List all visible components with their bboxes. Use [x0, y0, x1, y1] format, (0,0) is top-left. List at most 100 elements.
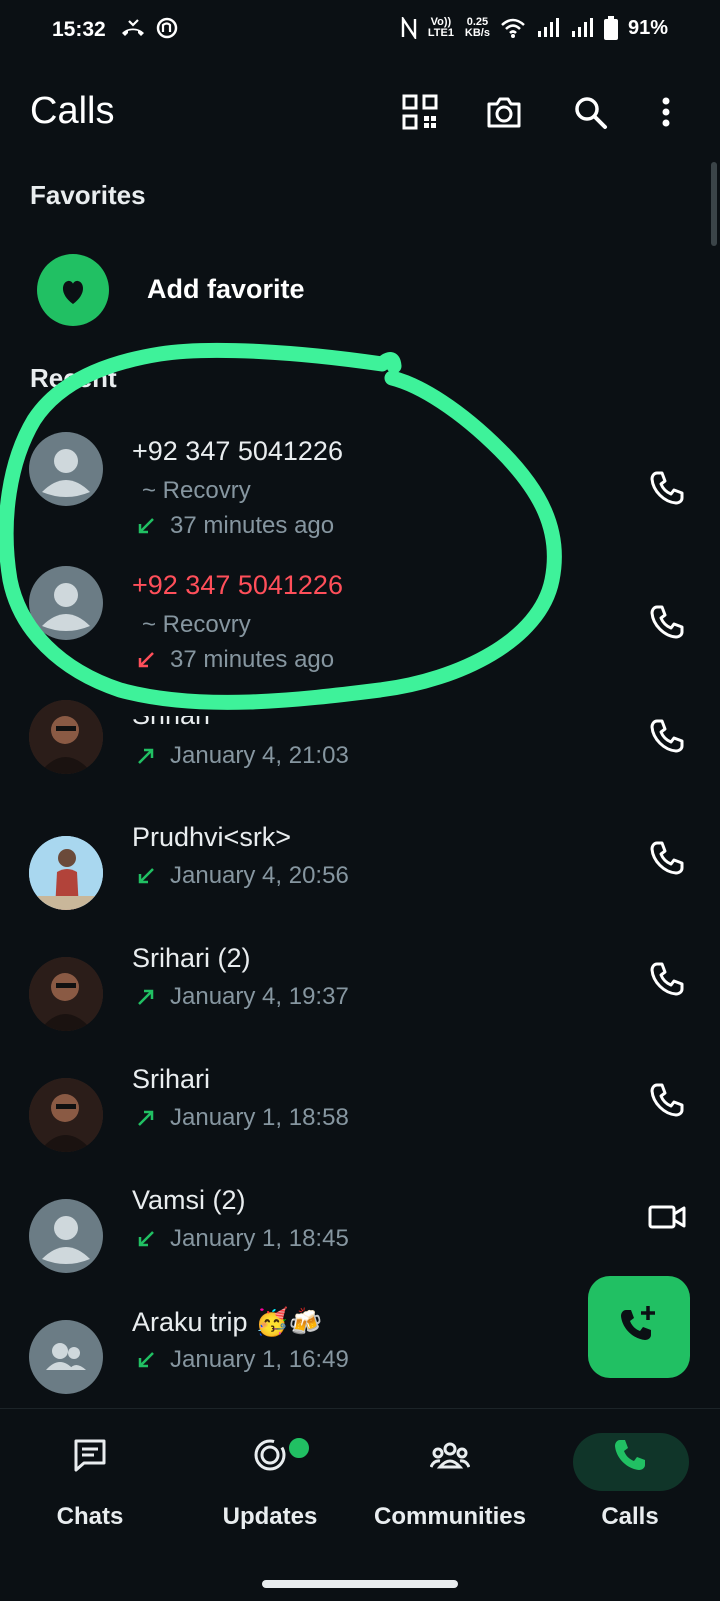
group-avatar: [29, 1320, 103, 1394]
call-meta: 37 minutes ago: [136, 646, 334, 674]
incoming-call-arrow-icon: [138, 1352, 154, 1368]
more-options-icon[interactable]: [646, 92, 686, 132]
phone-icon: [615, 1440, 645, 1470]
status-system-icons: Vo)) LTE1 0.25 KB/s 91%: [401, 16, 668, 40]
call-meta: January 4, 19:37: [136, 983, 349, 1011]
camera-icon[interactable]: [484, 92, 524, 132]
person-icon: [42, 449, 90, 497]
call-meta: January 4, 20:56: [136, 862, 349, 890]
voice-call-icon[interactable]: [647, 602, 687, 642]
video-call-icon[interactable]: [647, 1197, 687, 1237]
contact-photo-image: [29, 836, 103, 910]
battery-icon: [603, 16, 618, 40]
volte-indicator: Vo)) LTE1: [427, 16, 454, 39]
add-favorite-avatar: [37, 254, 109, 326]
voice-call-icon[interactable]: [647, 959, 687, 999]
contact-name: Srihari: [132, 700, 211, 730]
call-time: 37 minutes ago: [170, 512, 335, 539]
status-bar: 15:32 Vo)) LTE1 0.25 KB/s 91%: [0, 0, 720, 62]
nav-label: Chats: [56, 1503, 124, 1530]
voice-call-icon[interactable]: [647, 716, 687, 756]
search-icon[interactable]: [570, 92, 610, 132]
voice-call-icon[interactable]: [647, 468, 687, 508]
call-list-item[interactable]: Prudhvi<srk> January 4, 20:56: [0, 822, 720, 956]
home-indicator[interactable]: [262, 1580, 458, 1588]
voice-call-icon[interactable]: [647, 1080, 687, 1120]
communities-icon: [430, 1442, 470, 1469]
heart-icon: [62, 280, 84, 304]
nfc-icon: [401, 17, 417, 39]
incoming-call-arrow-icon: [138, 518, 154, 534]
scrollbar[interactable]: [711, 162, 717, 246]
battery-percent: 91%: [627, 16, 668, 39]
new-call-fab[interactable]: [588, 1276, 690, 1378]
person-icon: [42, 1216, 90, 1264]
bottom-navigation: Chats Updates Communities Calls: [0, 1408, 720, 1601]
outgoing-call-arrow-icon: [138, 989, 154, 1005]
default-avatar: [29, 432, 103, 506]
app-bar: Calls: [0, 70, 720, 150]
contact-photo-image: [29, 700, 103, 774]
call-time: January 1, 16:49: [170, 1346, 349, 1373]
favorites-heading: Favorites: [30, 180, 146, 210]
call-list-item[interactable]: Srihari (2) January 4, 19:37: [0, 943, 720, 1077]
call-time: 37 minutes ago: [170, 646, 335, 673]
contact-photo-image: [29, 957, 103, 1031]
nav-label: Communities: [373, 1503, 526, 1530]
outgoing-call-arrow-icon: [138, 748, 154, 764]
status-time: 15:32: [52, 18, 106, 41]
app-notification-icon: [156, 17, 178, 39]
missed-call-arrow-icon: [138, 652, 154, 668]
contact-photo: [29, 957, 103, 1031]
qr-code-icon[interactable]: [400, 92, 440, 132]
unread-dot: [286, 1435, 312, 1461]
contact-name: Araku trip 🥳🍻: [132, 1307, 323, 1337]
contact-name: +92 347 5041226: [132, 570, 343, 600]
nav-updates[interactable]: Updates: [180, 1409, 360, 1549]
chat-icon: [74, 1439, 106, 1472]
call-list-item[interactable]: +92 347 5041226 ~ Recovry 37 minutes ago: [0, 432, 720, 552]
contact-photo: [29, 700, 103, 774]
call-time: January 1, 18:45: [170, 1225, 349, 1252]
contact-photo: [29, 836, 103, 910]
contact-pushname: ~ Recovry: [142, 611, 251, 638]
contact-name: Prudhvi<srk>: [132, 822, 292, 852]
signal-icon-sim2: [571, 18, 593, 37]
call-time: January 4, 19:37: [170, 983, 349, 1010]
contact-name: Srihari (2): [132, 943, 251, 973]
nav-chats[interactable]: Chats: [0, 1409, 180, 1549]
call-meta: January 4, 21:03: [136, 742, 349, 770]
recent-heading: Recent: [30, 363, 117, 393]
contact-name: +92 347 5041226: [132, 436, 343, 466]
default-avatar: [29, 566, 103, 640]
call-list-item[interactable]: +92 347 5041226 ~ Recovry 37 minutes ago: [0, 566, 720, 686]
call-meta: January 1, 18:58: [136, 1104, 349, 1132]
add-call-icon: [621, 1306, 655, 1340]
nav-communities[interactable]: Communities: [360, 1409, 540, 1549]
add-favorite-button[interactable]: Add favorite: [0, 248, 720, 332]
contact-photo: [29, 1078, 103, 1152]
contact-pushname: ~ Recovry: [142, 477, 251, 504]
network-speed-unit: KB/s: [464, 27, 490, 39]
add-favorite-label: Add favorite: [147, 274, 305, 304]
call-list-item[interactable]: Srihari January 1, 18:58: [0, 1064, 720, 1198]
nav-label: Calls: [601, 1503, 659, 1530]
missed-call-notification-icon: [122, 19, 144, 36]
updates-icon: [254, 1439, 286, 1471]
nav-calls[interactable]: Calls: [540, 1409, 720, 1549]
call-meta: January 1, 16:49: [136, 1346, 349, 1374]
call-meta: January 1, 18:45: [136, 1225, 349, 1253]
wifi-icon: [501, 18, 525, 38]
person-icon: [42, 583, 90, 631]
outgoing-call-arrow-icon: [138, 1110, 154, 1126]
call-time: January 4, 21:03: [170, 742, 349, 769]
contact-name: Vamsi (2): [132, 1185, 246, 1215]
incoming-call-arrow-icon: [138, 868, 154, 884]
call-time: January 1, 18:58: [170, 1104, 349, 1131]
page-title: Calls: [30, 90, 115, 132]
call-meta: 37 minutes ago: [136, 512, 334, 540]
voice-call-icon[interactable]: [647, 838, 687, 878]
group-icon: [46, 1343, 86, 1370]
call-list-item[interactable]: Srihari January 4, 21:03: [0, 700, 720, 820]
call-time: January 4, 20:56: [170, 862, 349, 889]
